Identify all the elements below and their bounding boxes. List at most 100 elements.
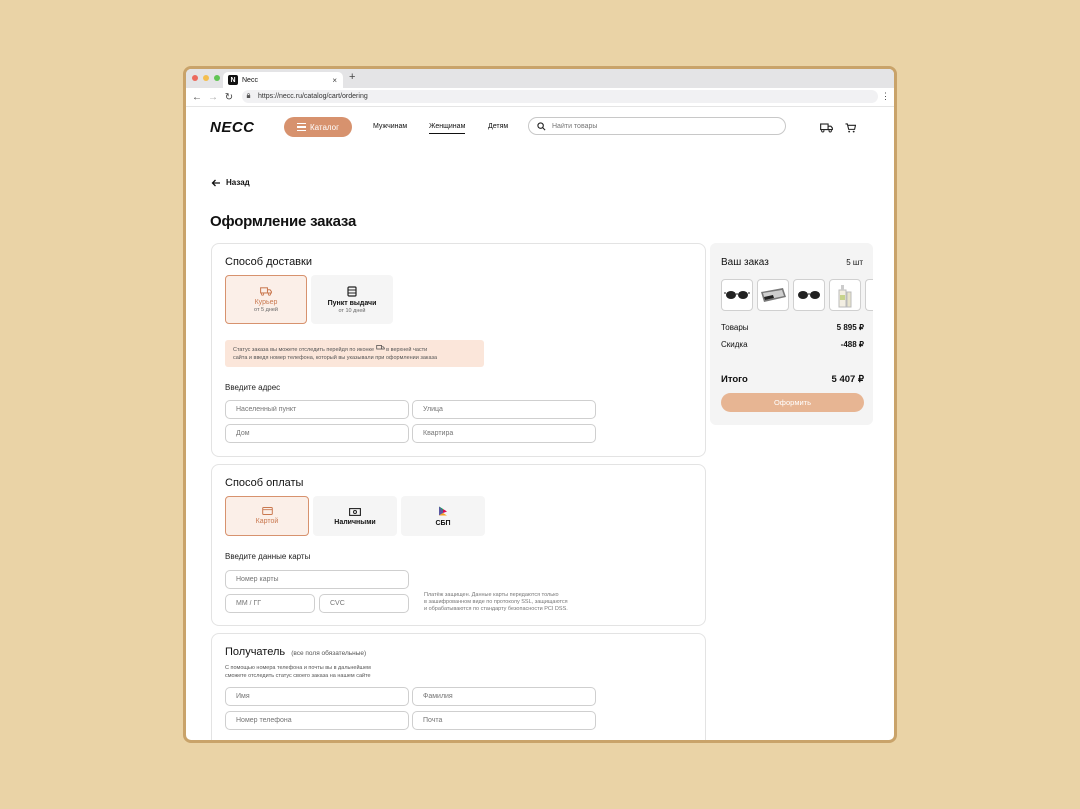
surname-input[interactable] — [421, 692, 595, 701]
cash-icon — [349, 507, 361, 516]
hint-text-1: С помощью номера телефона и почты вы в д… — [225, 665, 371, 671]
sunglasses-thumbnail[interactable] — [793, 279, 825, 311]
goods-row: Товары 5 895 ₽ — [721, 323, 864, 332]
discount-value: -488 ₽ — [840, 340, 864, 349]
street-field[interactable] — [412, 400, 596, 419]
truck-icon[interactable] — [820, 123, 833, 133]
house-input[interactable] — [234, 429, 408, 438]
security-text-1: Платёж защищен. Данные карты передаются … — [424, 592, 559, 598]
tab-title: Necc — [242, 76, 258, 84]
recipient-hint: С помощью номера телефона и почты вы в д… — [225, 665, 371, 680]
minimize-window-button[interactable] — [203, 75, 209, 81]
nav-men[interactable]: Мужчинам — [373, 123, 407, 130]
new-tab-button[interactable]: + — [349, 71, 355, 83]
recipient-title: Получатель — [225, 646, 286, 658]
search-input[interactable] — [550, 121, 754, 131]
sunglasses-thumbnail[interactable] — [721, 279, 753, 311]
truck-icon — [375, 345, 385, 350]
delivery-option-sub: от 5 дней — [254, 306, 278, 313]
keyboard-thumbnail[interactable] — [757, 279, 789, 311]
delivery-option-sub: от 10 дней — [338, 307, 366, 314]
delivery-option-pickup[interactable]: Пункт выдачи от 10 дней — [311, 275, 393, 324]
payment-option-sbp[interactable]: СБП — [401, 496, 485, 536]
delivery-title: Способ доставки — [225, 256, 312, 268]
sbp-icon — [439, 506, 447, 515]
email-input[interactable] — [421, 716, 595, 725]
card-cvc-input[interactable] — [328, 599, 408, 608]
site-logo[interactable]: NECC — [210, 119, 255, 136]
window-controls — [192, 75, 220, 81]
house-field[interactable] — [225, 424, 409, 443]
city-field[interactable] — [225, 400, 409, 419]
close-tab-icon[interactable]: × — [332, 76, 337, 85]
payment-option-cash[interactable]: Наличными — [313, 496, 397, 536]
phone-input[interactable] — [234, 716, 408, 725]
submit-order-button[interactable]: Оформить — [721, 393, 864, 412]
apartment-field[interactable] — [412, 424, 596, 443]
notice-text-1: Статус заказа вы можете отследить перейд… — [233, 347, 375, 353]
card-cvc-field[interactable] — [319, 594, 409, 613]
security-text-2: в зашифрованном виде по протоколу SSL, з… — [424, 599, 568, 605]
card-number-input[interactable] — [234, 575, 408, 584]
nav-women[interactable]: Женщинам — [429, 123, 466, 134]
tab-bar: N Necc × + — [186, 69, 894, 88]
card-expiry-input[interactable] — [234, 599, 314, 608]
more-thumbnail[interactable] — [865, 279, 873, 311]
payment-title: Способ оплаты — [225, 477, 304, 489]
url-field[interactable]: https://necc.ru/catalog/cart/ordering — [242, 90, 878, 103]
delivery-card: Способ доставки Курьер от 5 дней Пункт в… — [211, 243, 706, 457]
payment-option-card[interactable]: Картой — [225, 496, 309, 536]
maximize-window-button[interactable] — [214, 75, 220, 81]
sunglasses-icon — [724, 291, 750, 299]
page-title: Оформление заказа — [210, 213, 357, 230]
city-input[interactable] — [234, 405, 408, 414]
name-field[interactable] — [225, 687, 409, 706]
card-number-field[interactable] — [225, 570, 409, 589]
payment-card: Способ оплаты Картой Наличными СБП Введи… — [211, 464, 706, 626]
payment-option-label: Наличными — [334, 518, 376, 526]
email-field[interactable] — [412, 711, 596, 730]
catalog-button[interactable]: Каталог — [284, 117, 352, 137]
forward-arrow-icon[interactable]: → — [208, 92, 218, 103]
delivery-option-label: Курьер — [254, 298, 278, 306]
cart-icon[interactable] — [845, 123, 856, 133]
total-value: 5 407 ₽ — [831, 374, 864, 385]
reload-icon[interactable]: ↻ — [224, 92, 234, 103]
browser-menu-icon[interactable]: ⋮ — [881, 91, 890, 102]
recipient-note: (все поля обязательные) — [291, 650, 367, 657]
hint-text-2: сможете отследить статус своего заказа н… — [225, 672, 371, 679]
tracking-notice: Статус заказа вы можете отследить перейд… — [225, 340, 484, 367]
card-expiry-field[interactable] — [225, 594, 315, 613]
lock-icon — [246, 93, 251, 98]
payment-option-label: СБП — [435, 519, 451, 527]
sunglasses-icon — [798, 291, 820, 299]
url-text: https://necc.ru/catalog/cart/ordering — [258, 93, 368, 100]
back-arrow-icon[interactable]: ← — [192, 92, 202, 103]
bottle-thumbnail[interactable] — [829, 279, 861, 311]
catalog-label: Каталог — [309, 122, 340, 132]
security-text-3: и обрабатываются по стандарту безопаснос… — [424, 606, 568, 612]
back-link[interactable]: Назад — [211, 178, 250, 187]
search-icon — [537, 121, 546, 130]
close-window-button[interactable] — [192, 75, 198, 81]
browser-tab[interactable]: N Necc × — [223, 72, 343, 88]
notice-text-1-end: в верхней части — [386, 347, 428, 353]
favicon-icon: N — [228, 75, 238, 85]
apartment-input[interactable] — [421, 429, 595, 438]
discount-row: Скидка -488 ₽ — [721, 340, 864, 349]
bottle-icon — [838, 285, 852, 308]
delivery-option-courier[interactable]: Курьер от 5 дней — [225, 275, 307, 324]
total-label: Итого — [721, 374, 748, 385]
surname-field[interactable] — [412, 687, 596, 706]
payment-option-label: Картой — [255, 518, 279, 525]
nav-kids[interactable]: Детям — [488, 123, 508, 130]
search-box — [528, 117, 786, 135]
street-input[interactable] — [421, 405, 595, 414]
pickup-point-icon — [347, 285, 357, 297]
discount-label: Скидка — [721, 340, 748, 349]
summary-count: 5 шт — [846, 258, 863, 267]
goods-value: 5 895 ₽ — [836, 323, 864, 332]
recipient-card: Получатель (все поля обязательные) С пом… — [211, 633, 706, 740]
name-input[interactable] — [234, 692, 408, 701]
phone-field[interactable] — [225, 711, 409, 730]
